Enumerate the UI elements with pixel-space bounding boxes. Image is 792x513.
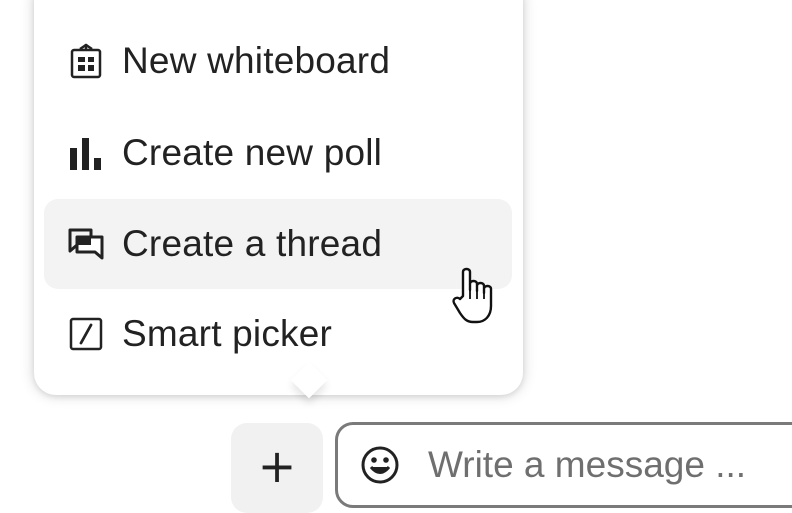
thread-icon (64, 222, 108, 266)
pointer-hand-cursor-icon (449, 266, 501, 326)
menu-item-label: New whiteboard (122, 40, 391, 81)
message-input[interactable]: Write a message ... (335, 422, 792, 508)
message-placeholder: Write a message ... (428, 444, 747, 485)
menu-item-label: Create a thread (122, 223, 383, 264)
add-content-button[interactable]: + (231, 423, 323, 513)
plus-icon: + (257, 439, 297, 493)
menu-item-create-thread[interactable]: Create a thread (44, 199, 512, 289)
chat-composer-area: New whiteboard Create new poll Create a … (0, 0, 792, 513)
add-content-menu: New whiteboard Create new poll Create a … (34, 0, 523, 399)
menu-item-label: Smart picker (122, 313, 333, 354)
whiteboard-icon (64, 39, 108, 83)
poll-icon (64, 131, 108, 175)
menu-item-new-whiteboard[interactable]: New whiteboard (44, 16, 512, 106)
menu-item-create-poll[interactable]: Create new poll (44, 108, 512, 198)
menu-item-label: Create new poll (122, 132, 383, 173)
emoji-icon[interactable] (358, 443, 402, 487)
smart-picker-icon (64, 312, 108, 356)
menu-item-smart-picker[interactable]: Smart picker (44, 289, 512, 379)
